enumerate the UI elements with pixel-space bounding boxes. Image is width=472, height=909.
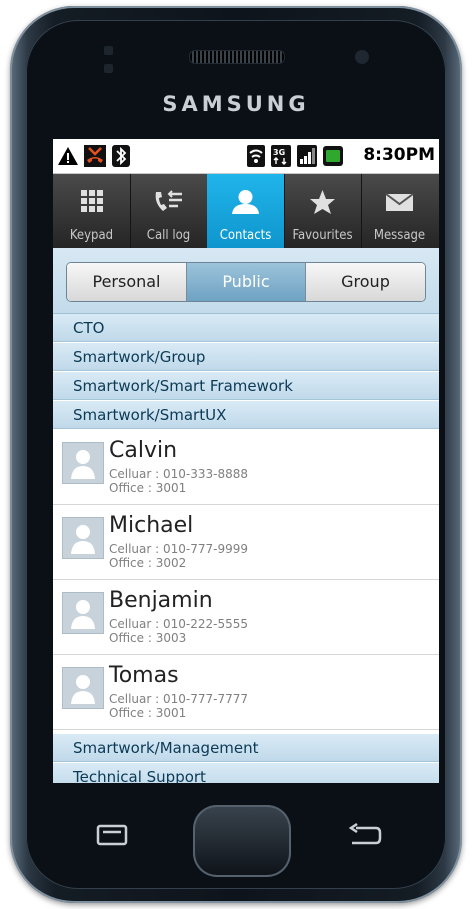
envelope-icon [385,193,414,211]
segment-group[interactable]: Group [306,263,425,301]
segment-public[interactable]: Public [187,263,306,301]
group-header[interactable]: Smartwork/Group [53,343,439,371]
star-icon [310,190,335,214]
contact-cellular: Celluar : 010-777-7777 [109,692,249,706]
back-button-icon[interactable] [346,822,382,848]
bluetooth-icon [112,145,130,167]
menu-button-icon[interactable] [96,824,128,846]
missed-call-icon [84,145,106,167]
contact-name: Tomas [109,663,179,688]
earpiece-speaker [189,50,285,64]
avatar [62,667,104,709]
sensor-icon [104,46,113,55]
contact-cellular: Celluar : 010-222-5555 [109,617,249,631]
wifi-icon [247,145,265,167]
tab-label: Keypad [69,228,114,243]
contact-item[interactable]: Tomas Celluar : 010-777-7777 Office : 30… [53,655,439,730]
contact-cellular: Celluar : 010-333-8888 [109,467,249,481]
battery-icon [323,146,343,166]
segment-area: Personal Public Group [53,248,439,314]
person-placeholder-icon [71,600,95,629]
group-header[interactable]: Smartwork/Management [53,734,439,762]
tab-favourites[interactable]: Favourites [284,174,362,248]
tab-label: Call log [146,228,191,243]
contact-office: Office : 3001 [109,706,187,720]
phone-screen: 3G 8:30PM Keypad Call log Contacts Favou… [53,139,439,783]
tab-label: Favourites [292,228,353,243]
contact-name: Calvin [109,438,178,463]
call-log-icon [155,190,182,211]
contact-cellular: Celluar : 010-777-9999 [109,542,249,556]
tab-call-log[interactable]: Call log [130,174,208,248]
group-header[interactable]: Smartwork/Smart Framework [53,372,439,400]
person-placeholder-icon [71,450,95,479]
segment-personal[interactable]: Personal [67,263,187,301]
keypad-icon [81,190,103,212]
contact-name: Michael [109,513,194,538]
contact-office: Office : 3002 [109,556,187,570]
group-header[interactable]: Technical Support [53,763,439,783]
tab-bar: Keypad Call log Contacts Favourites Mess… [53,174,439,248]
3g-icon: 3G [271,145,291,167]
status-bar: 3G 8:30PM [53,139,439,174]
tab-label: Message [373,228,426,243]
home-button[interactable] [193,805,291,877]
contact-office: Office : 3001 [109,481,187,495]
tab-message[interactable]: Message [361,174,438,248]
front-camera-icon [355,50,369,64]
brand-logo: SAMSUNG [162,92,310,116]
contact-office: Office : 3003 [109,631,187,645]
contact-item[interactable]: Benjamin Celluar : 010-222-5555 Office :… [53,580,439,655]
svg-text:3G: 3G [273,148,285,157]
tab-contacts[interactable]: Contacts [207,174,285,248]
segmented-control: Personal Public Group [66,262,426,302]
contacts-icon [232,190,259,214]
avatar [62,442,104,484]
avatar [62,592,104,634]
status-time: 8:30PM [363,145,435,165]
person-placeholder-icon [71,675,95,704]
avatar [62,517,104,559]
tab-label: Contacts [219,228,272,243]
person-placeholder-icon [71,525,95,554]
group-header[interactable]: CTO [53,314,439,342]
warning-icon [58,147,78,165]
contact-item[interactable]: Michael Celluar : 010-777-9999 Office : … [53,505,439,580]
contact-item[interactable]: Calvin Celluar : 010-333-8888 Office : 3… [53,430,439,505]
sensor-icon [104,64,113,73]
group-header[interactable]: Smartwork/SmartUX [53,401,439,429]
tab-keypad[interactable]: Keypad [53,174,131,248]
contact-name: Benjamin [109,588,213,613]
signal-icon [297,145,317,167]
